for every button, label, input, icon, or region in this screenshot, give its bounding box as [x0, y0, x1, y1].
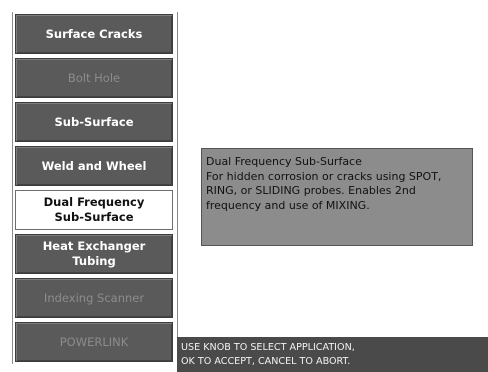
menu-item-heat-exchanger-tubing[interactable]: Heat Exchanger Tubing: [15, 234, 173, 274]
menu-item-powerlink: POWERLINK: [15, 322, 173, 362]
menu-item-weld-and-wheel[interactable]: Weld and Wheel: [15, 146, 173, 186]
status-instructions-bar: USE KNOB TO SELECT APPLICATION, OK TO AC…: [177, 337, 488, 372]
menu-item-indexing-scanner: Indexing Scanner: [15, 278, 173, 318]
menu-item-dual-frequency-sub-surface[interactable]: Dual Frequency Sub-Surface: [15, 190, 173, 230]
menu-item-sub-surface[interactable]: Sub-Surface: [15, 102, 173, 142]
application-menu: Surface Cracks Bolt Hole Sub-Surface Wel…: [12, 12, 178, 364]
menu-item-bolt-hole: Bolt Hole: [15, 58, 173, 98]
application-description-panel: Dual Frequency Sub-Surface For hidden co…: [201, 148, 473, 246]
menu-item-surface-cracks[interactable]: Surface Cracks: [15, 14, 173, 54]
